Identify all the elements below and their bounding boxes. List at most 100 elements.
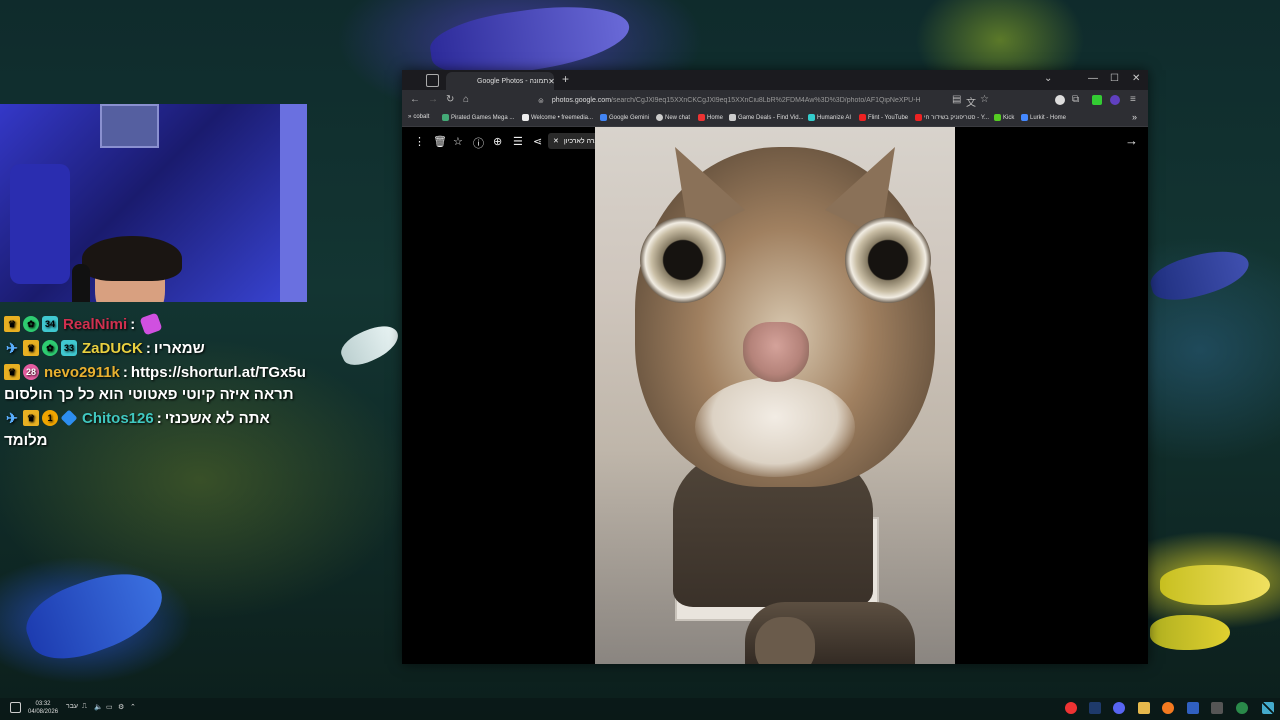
more-options-icon[interactable]: ⋮ — [414, 135, 425, 148]
more-bookmarks-icon[interactable]: » — [1132, 112, 1137, 122]
chat-text-continuation: מלומד — [4, 432, 48, 449]
extension-icon[interactable] — [1092, 95, 1102, 105]
clock-date: 04/08/2026 — [28, 709, 59, 715]
cat-nose — [743, 322, 809, 382]
streamer-hair — [82, 236, 182, 281]
archive-close-icon[interactable]: ✕ — [553, 137, 559, 145]
cat-photo — [595, 127, 955, 664]
steam-icon[interactable] — [1089, 702, 1101, 714]
bookmark-item[interactable]: Google Gemini — [600, 114, 649, 121]
sub-badge-icon: ✿ — [23, 316, 39, 332]
edit-adjust-icon[interactable]: ☰ — [513, 135, 523, 148]
translate-icon[interactable]: 文 — [966, 94, 976, 109]
bookmark-item[interactable]: Humanize AI — [808, 114, 851, 121]
chat-text: שמאריו — [153, 339, 205, 357]
tray-app-icon[interactable]: ⚙ — [118, 703, 124, 711]
forward-arrow-icon[interactable]: → — [428, 94, 438, 105]
chat-message: ✈ ♛ 1 Chitos126: אתה לא אשכנזי — [4, 406, 334, 430]
sub-badge-icon: ✿ — [42, 340, 58, 356]
site-info-icon[interactable]: ⊜ — [538, 97, 544, 105]
close-window-button[interactable]: ✕ — [1132, 73, 1140, 84]
bookmark-item[interactable]: Game Deals - Find Vid... — [729, 114, 804, 121]
chat-message: ✈ ♛ ✿ 33 ZaDUCK: שמאריו — [4, 336, 334, 360]
months-badge: 28 — [23, 364, 39, 380]
pin-badge-icon: ✈ — [6, 339, 18, 356]
background-fish — [1160, 565, 1270, 605]
crown-badge-icon: ♛ — [23, 410, 39, 426]
volume-icon[interactable]: 🔈 — [94, 703, 103, 711]
maximize-button[interactable]: ☐ — [1110, 73, 1119, 84]
tab-list-icon[interactable]: ⌄ — [1044, 73, 1052, 84]
share-icon[interactable]: ⋖ — [533, 135, 542, 148]
app-icon[interactable] — [1211, 702, 1223, 714]
info-icon[interactable]: ⓘ — [473, 135, 484, 151]
home-icon[interactable]: ⌂ — [463, 94, 469, 105]
profile-avatar-icon[interactable] — [1110, 95, 1120, 105]
reload-icon[interactable]: ↻ — [446, 94, 454, 105]
bookmark-favicon-icon — [994, 114, 1001, 121]
bookmark-item[interactable]: Welcome • freemedia... — [522, 114, 593, 121]
chat-overlay: ♛ ✿ 34 RealNimi: ✈ ♛ ✿ 33 ZaDUCK: שמאריו… — [4, 312, 334, 452]
url-path: /search/CgJXl9eq15XXnCKCgJXl9eq15XXnCiu8… — [611, 97, 921, 104]
cat-eye — [640, 217, 726, 303]
windows-start-icon[interactable] — [1262, 702, 1274, 714]
url-domain: photos.google.com — [551, 97, 612, 104]
firefox-icon[interactable] — [1162, 702, 1174, 714]
address-bar[interactable]: ⊜ photos.google.com /search/CgJXl9eq15XX… — [532, 92, 992, 109]
pin-badge-icon: ✈ — [6, 409, 18, 426]
app-icon[interactable] — [1187, 702, 1199, 714]
bookmark-item[interactable]: » cobalt — [408, 114, 429, 120]
notifications-icon[interactable] — [10, 702, 21, 713]
tab-close-icon[interactable]: ✕ — [548, 77, 555, 86]
zoom-icon[interactable]: ⊕ — [493, 135, 502, 148]
app-record-icon[interactable] — [1065, 702, 1077, 714]
reader-view-icon[interactable]: ▤ — [952, 94, 961, 105]
extension-icon[interactable] — [1055, 95, 1065, 105]
photo-viewer: ⋮ 🗑 ☆ ⓘ ⊕ ☰ ⋖ ✕ העברה לארכיון ▣ → — [402, 127, 1148, 664]
bookmark-item[interactable]: Lurkit - Home — [1021, 114, 1066, 121]
chat-username: ZaDUCK — [82, 339, 143, 357]
bookmark-item[interactable]: Pirated Games Mega ... — [442, 114, 514, 121]
system-clock[interactable]: 03:32 04/08/2026 — [28, 700, 58, 716]
tab-actions-icon[interactable] — [426, 74, 439, 87]
bookmark-favicon-icon — [698, 114, 705, 121]
cat-eye — [845, 217, 931, 303]
bookmark-chevrons-icon: » — [408, 114, 412, 120]
cube-badge-icon — [60, 409, 78, 427]
back-arrow-icon[interactable]: ← — [410, 94, 420, 105]
bookmark-item[interactable]: סטריפוניק בשידור חי - Y... — [915, 114, 989, 121]
bookmark-star-icon[interactable]: ☆ — [980, 94, 989, 105]
minimize-button[interactable]: — — [1088, 73, 1098, 84]
one-badge-icon: 1 — [42, 410, 58, 426]
browser-window: Google Photos - תמונה ✕ + ⌄ — ☐ ✕ ← → ↻ … — [402, 70, 1148, 664]
show-hidden-icons[interactable]: ⌃ — [130, 703, 136, 711]
menu-icon[interactable]: ≡ — [1130, 94, 1136, 105]
bookmark-favicon-icon — [808, 114, 815, 121]
months-badge: 33 — [61, 340, 77, 356]
bookmark-item[interactable]: New chat — [656, 114, 690, 121]
background-fish — [1150, 615, 1230, 650]
bookmark-item[interactable]: Home — [698, 114, 723, 121]
favorite-star-icon[interactable]: ☆ — [453, 135, 463, 148]
bookmark-item[interactable]: Flint - YouTube — [859, 114, 908, 121]
bookmark-favicon-icon — [522, 114, 529, 121]
bookmark-favicon-icon — [859, 114, 866, 121]
crown-badge-icon: ♛ — [23, 340, 39, 356]
emote-icon — [139, 312, 163, 336]
tab-google-photos[interactable]: Google Photos - תמונה ✕ — [446, 72, 555, 90]
app-icon[interactable] — [1236, 702, 1248, 714]
file-explorer-icon[interactable] — [1138, 702, 1150, 714]
discord-icon[interactable] — [1113, 702, 1125, 714]
bookmark-favicon-icon — [1021, 114, 1028, 121]
new-tab-button[interactable]: + — [562, 72, 569, 86]
extensions-puzzle-icon[interactable]: ⧉ — [1072, 94, 1079, 105]
cat-muzzle — [695, 377, 855, 477]
network-icon[interactable]: ⎍ — [82, 703, 87, 711]
trash-icon[interactable]: 🗑 — [433, 135, 447, 148]
headphones — [72, 264, 90, 302]
tray-language[interactable]: עבר — [66, 703, 78, 710]
webcam-overlay — [0, 104, 307, 302]
bookmark-item[interactable]: Kick — [994, 114, 1014, 121]
next-photo-arrow-icon[interactable]: → — [1125, 133, 1138, 148]
battery-icon[interactable]: ▭ — [106, 703, 113, 711]
